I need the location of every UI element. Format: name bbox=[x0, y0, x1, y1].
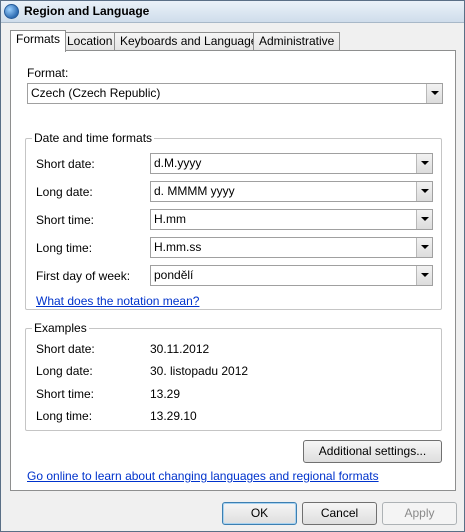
chevron-down-icon bbox=[431, 91, 439, 95]
region-language-window: Region and Language Formats Location Key… bbox=[0, 0, 465, 532]
short-time-value: H.mm bbox=[154, 212, 186, 226]
chevron-down-icon bbox=[421, 217, 429, 221]
example-long-time-label: Long time: bbox=[36, 409, 93, 423]
examples-group: Examples Short date: 30.11.2012 Long dat… bbox=[25, 321, 442, 431]
short-time-dropdown-button[interactable] bbox=[416, 210, 432, 229]
date-time-formats-title: Date and time formats bbox=[32, 131, 155, 145]
example-short-time-value: 13.29 bbox=[150, 387, 181, 401]
long-date-label: Long date: bbox=[36, 185, 93, 199]
first-day-of-week-value: pondělí bbox=[154, 268, 194, 282]
example-long-time-value: 13.29.10 bbox=[150, 409, 197, 423]
chevron-down-icon bbox=[421, 273, 429, 277]
window-title: Region and Language bbox=[24, 4, 150, 18]
globe-icon bbox=[4, 4, 19, 19]
notation-help-link[interactable]: What does the notation mean? bbox=[36, 294, 199, 308]
tab-keyboards-and-languages[interactable]: Keyboards and Languages bbox=[114, 32, 270, 51]
date-time-formats-group: Date and time formats Short date: d.M.yy… bbox=[25, 131, 442, 310]
example-short-date-value: 30.11.2012 bbox=[150, 342, 210, 356]
example-short-time-label: Short time: bbox=[36, 387, 95, 401]
chevron-down-icon bbox=[421, 189, 429, 193]
long-date-dropdown[interactable]: d. MMMM yyyy bbox=[150, 181, 433, 202]
example-long-date-label: Long date: bbox=[36, 364, 93, 378]
long-date-value: d. MMMM yyyy bbox=[154, 184, 235, 198]
short-time-dropdown[interactable]: H.mm bbox=[150, 209, 433, 230]
format-dropdown[interactable]: Czech (Czech Republic) bbox=[27, 83, 443, 104]
short-date-value: d.M.yyyy bbox=[154, 156, 202, 170]
additional-settings-button[interactable]: Additional settings... bbox=[303, 440, 442, 463]
first-day-of-week-dropdown[interactable]: pondělí bbox=[150, 265, 433, 286]
short-date-label: Short date: bbox=[36, 157, 95, 171]
cancel-button[interactable]: Cancel bbox=[302, 502, 377, 525]
long-time-dropdown-button[interactable] bbox=[416, 238, 432, 257]
apply-button[interactable]: Apply bbox=[382, 502, 457, 525]
format-value: Czech (Czech Republic) bbox=[31, 86, 161, 100]
long-date-dropdown-button[interactable] bbox=[416, 182, 432, 201]
title-bar[interactable]: Region and Language bbox=[1, 1, 464, 23]
format-dropdown-button[interactable] bbox=[426, 84, 442, 103]
ok-button[interactable]: OK bbox=[222, 502, 297, 525]
formats-tab-panel: Format: Czech (Czech Republic) Date and … bbox=[10, 50, 456, 491]
first-day-of-week-label: First day of week: bbox=[36, 269, 131, 283]
first-day-of-week-dropdown-button[interactable] bbox=[416, 266, 432, 285]
tab-administrative[interactable]: Administrative bbox=[253, 32, 341, 51]
example-long-date-value: 30. listopadu 2012 bbox=[150, 364, 249, 378]
long-time-value: H.mm.ss bbox=[154, 240, 202, 254]
short-date-dropdown[interactable]: d.M.yyyy bbox=[150, 153, 433, 174]
examples-title: Examples bbox=[32, 321, 89, 335]
short-time-label: Short time: bbox=[36, 213, 95, 227]
chevron-down-icon bbox=[421, 161, 429, 165]
chevron-down-icon bbox=[421, 245, 429, 249]
tab-formats[interactable]: Formats bbox=[10, 30, 67, 52]
example-short-date-label: Short date: bbox=[36, 342, 95, 356]
online-help-link[interactable]: Go online to learn about changing langua… bbox=[27, 469, 379, 483]
tab-location[interactable]: Location bbox=[61, 32, 119, 51]
short-date-dropdown-button[interactable] bbox=[416, 154, 432, 173]
tab-strip: Formats Location Keyboards and Languages… bbox=[10, 30, 450, 52]
format-label: Format: bbox=[27, 66, 69, 80]
long-time-label: Long time: bbox=[36, 241, 93, 255]
long-time-dropdown[interactable]: H.mm.ss bbox=[150, 237, 433, 258]
